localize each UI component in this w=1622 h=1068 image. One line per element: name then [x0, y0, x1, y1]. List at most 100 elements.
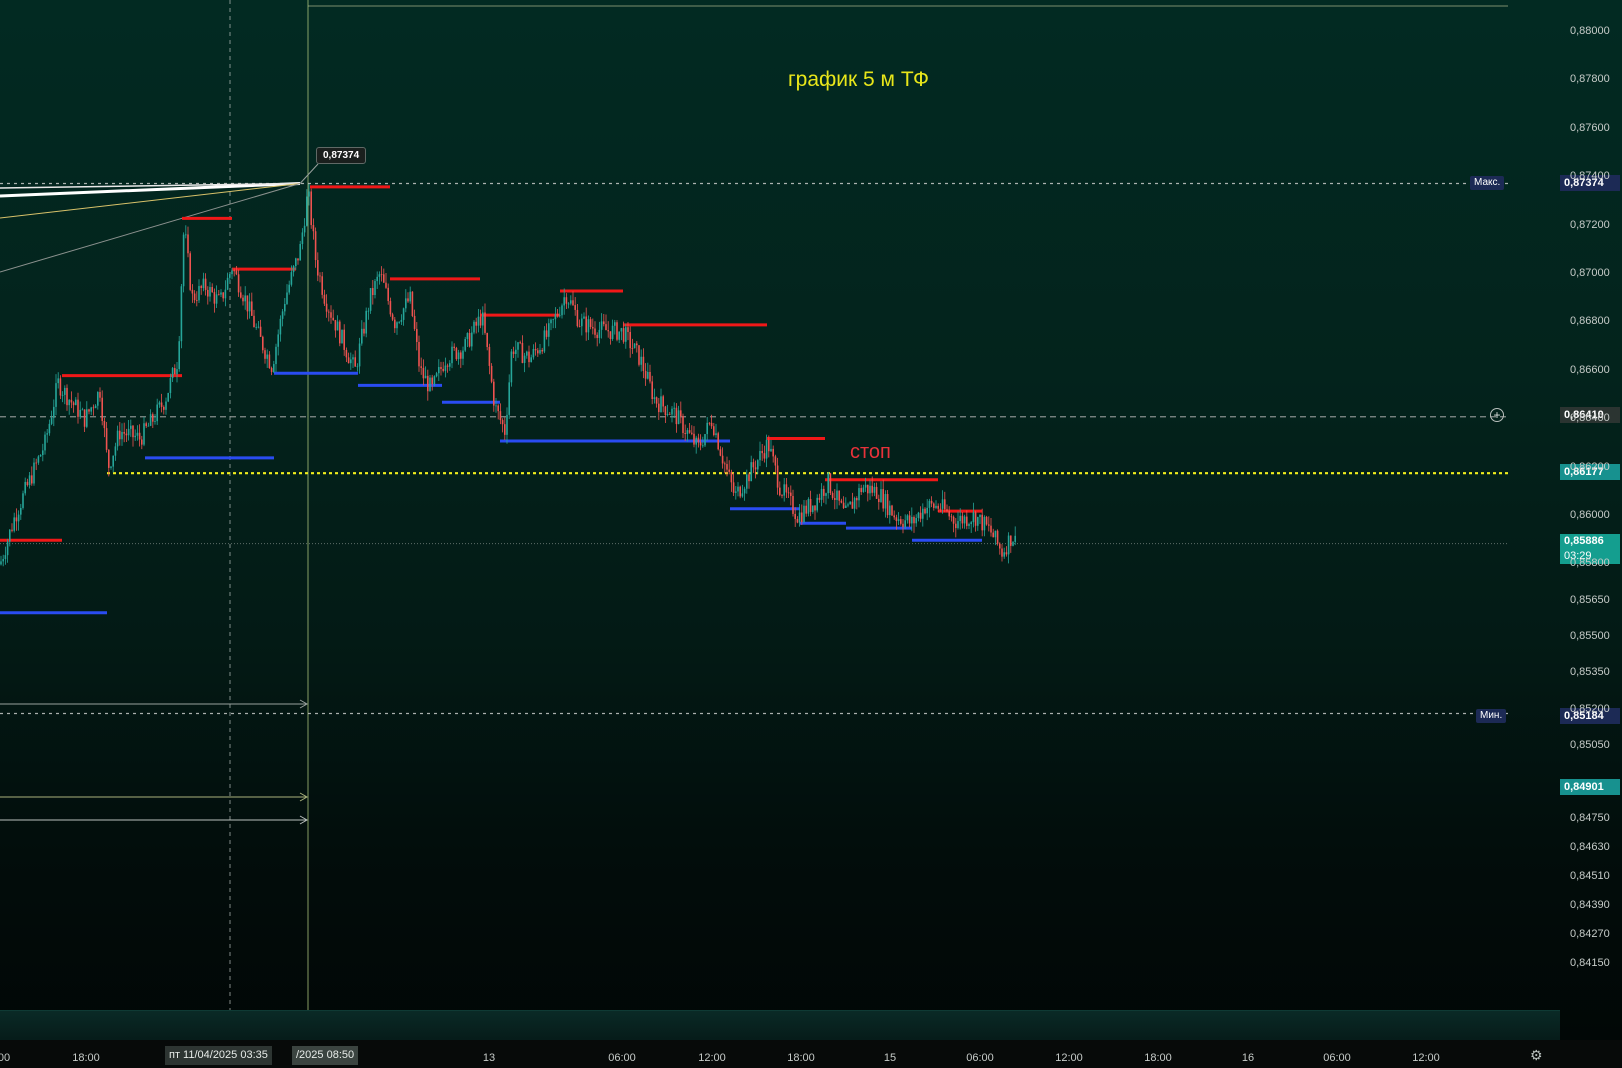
candle-body: [292, 266, 295, 273]
candle-body: [948, 511, 950, 517]
candle-body: [506, 414, 508, 435]
candle-body: [891, 505, 893, 516]
price-tick-label: 0,84750: [1570, 811, 1610, 824]
candle-body: [48, 423, 51, 434]
candle-body: [220, 292, 222, 295]
candle-body: [286, 292, 288, 304]
candle-body: [460, 352, 462, 359]
candle-body: [695, 437, 697, 445]
price-tick-label: 0,87400: [1570, 170, 1610, 183]
candle-body: [842, 502, 845, 508]
candle-body: [827, 473, 829, 494]
candle-body: [317, 260, 319, 276]
candle-body: [739, 486, 741, 497]
candle-body: [818, 497, 821, 500]
candle-body: [453, 346, 455, 349]
candle-body: [145, 423, 147, 427]
candle-body: [365, 310, 367, 334]
candle-body: [847, 504, 849, 506]
candle-body: [772, 448, 774, 457]
candle-body: [314, 231, 317, 261]
candle-body: [187, 234, 189, 254]
candle-body: [893, 515, 895, 518]
candle-body: [149, 414, 152, 426]
candle-body: [334, 320, 337, 331]
candle-body: [574, 305, 576, 310]
candle-body: [774, 456, 777, 466]
candle-body: [200, 286, 202, 288]
candle-body: [279, 318, 282, 335]
candle-body: [548, 323, 550, 337]
candle-body: [873, 486, 876, 493]
candle-body: [4, 555, 7, 560]
candle-body: [570, 300, 572, 304]
candle-body: [779, 487, 781, 496]
price-tick-label: 0,84270: [1570, 927, 1610, 940]
candle-body: [352, 357, 354, 360]
candle-body: [59, 378, 62, 396]
candle-body: [684, 433, 686, 434]
candle-body: [0, 561, 2, 565]
candle-body: [662, 396, 664, 407]
candle-body: [44, 434, 46, 451]
candle-body: [768, 439, 770, 452]
candle-body: [605, 324, 607, 331]
candle-body: [752, 462, 755, 468]
price-tick-label: 0,84510: [1570, 869, 1610, 882]
candle-body: [380, 274, 383, 276]
candle-body: [240, 292, 242, 298]
candle-body: [391, 314, 394, 320]
candle-body: [537, 350, 539, 354]
candle-body: [130, 425, 132, 429]
candle-body: [999, 543, 1001, 549]
candle-body: [17, 514, 20, 522]
time-tick-label: 15: [883, 1052, 897, 1064]
candle-body: [262, 336, 264, 351]
candle-body: [655, 397, 658, 404]
time-tick-label: 12:00: [698, 1052, 726, 1064]
candle-body: [820, 488, 823, 500]
candle-body: [422, 367, 425, 379]
candle-body: [977, 517, 979, 526]
candle-body: [79, 409, 81, 417]
candle-body: [972, 512, 975, 523]
candle-body: [783, 484, 785, 496]
candle-body: [165, 401, 167, 410]
candle-body: [143, 423, 145, 445]
candle-body: [178, 341, 180, 370]
candle-body: [306, 196, 308, 226]
candle-body: [552, 319, 554, 321]
candle-body: [6, 541, 9, 556]
add-alert-icon[interactable]: +: [1490, 408, 1504, 422]
price-chart[interactable]: [0, 0, 1560, 1040]
candle-body: [838, 490, 840, 501]
candle-body: [581, 318, 583, 327]
candle-body: [631, 348, 634, 349]
candle-body: [770, 448, 772, 452]
candle-body: [717, 433, 719, 450]
candle-body: [464, 338, 466, 351]
candle-body: [693, 433, 695, 445]
candle-body: [193, 293, 196, 301]
candle-body: [501, 420, 504, 425]
candle-body: [913, 516, 915, 524]
candle-body: [594, 328, 596, 335]
candle-body: [321, 276, 323, 295]
candle-body: [22, 493, 24, 508]
candle-body: [77, 399, 79, 417]
candle-body: [583, 316, 585, 319]
candle-body: [721, 455, 724, 464]
candle-body: [1007, 535, 1010, 555]
settings-gear-icon[interactable]: ⚙: [1530, 1047, 1543, 1064]
candle-body: [9, 529, 11, 542]
candle-body: [677, 410, 680, 425]
candle-body: [669, 413, 671, 415]
candle-body: [829, 473, 832, 493]
time-tick-label: 06:00: [966, 1052, 994, 1064]
candle-body: [39, 455, 42, 457]
candle-body: [1005, 552, 1008, 555]
candle-body: [691, 432, 693, 434]
candle-body: [598, 329, 601, 338]
candle-body: [226, 277, 229, 290]
candle-body: [398, 321, 400, 323]
